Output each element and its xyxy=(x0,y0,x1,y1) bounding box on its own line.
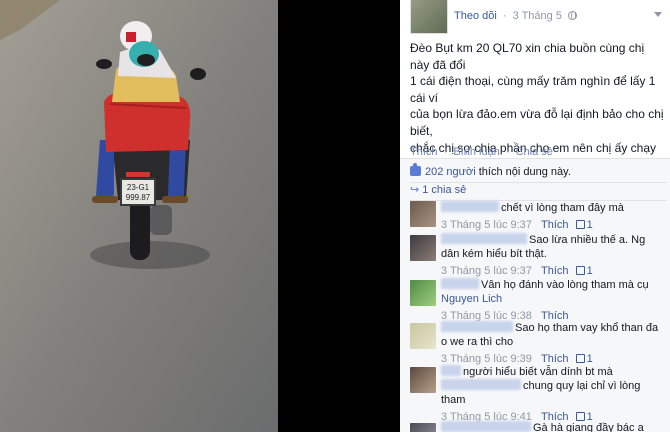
commenter-avatar[interactable] xyxy=(410,235,436,261)
commenter-name[interactable] xyxy=(441,365,461,376)
commenter-avatar[interactable] xyxy=(410,280,436,306)
commenter-name[interactable] xyxy=(441,233,527,244)
comment-text: Sao lừa nhiều thế a. Ng xyxy=(529,234,646,246)
comment-mention[interactable]: Nguyen Lich xyxy=(441,292,661,306)
share-action[interactable]: Chia sẻ xyxy=(516,146,553,158)
share-icon: ↪ xyxy=(410,184,420,196)
thumbs-up-icon xyxy=(575,220,585,229)
plate-line-1: 23-G1 xyxy=(127,183,150,192)
comment-text: Sao họ tham vay khổ than đa xyxy=(515,322,659,334)
post-actions: Thích · Bình luận · Chia sẻ xyxy=(410,146,553,158)
comment-text-line: tham xyxy=(441,394,466,406)
comment-body: chết vì lòng tham đây mà 3 Tháng 5 lúc 9… xyxy=(441,201,661,232)
post-meta: Theo dõi · 3 Tháng 5 xyxy=(454,10,578,22)
commenter-name[interactable] xyxy=(441,421,531,432)
comment-text: chết vì lòng tham đây mà xyxy=(501,202,624,214)
meta-separator: · xyxy=(502,10,507,22)
commenter-name[interactable] xyxy=(441,278,479,289)
comment-text-line: chung quy lại chỉ vì lòng xyxy=(523,380,641,392)
commenter-avatar[interactable] xyxy=(410,323,436,349)
comment-text-line: dân kém hiểu bít thật. xyxy=(441,248,547,260)
commenter-avatar[interactable] xyxy=(410,423,436,432)
post-header: Theo dõi · 3 Tháng 5 xyxy=(400,0,670,40)
commenter-name[interactable] xyxy=(441,321,513,332)
comment-time[interactable]: 3 Tháng 5 lúc 9:39 xyxy=(441,353,532,365)
comment-like-count[interactable]: 1 xyxy=(587,265,593,277)
commenter-avatar[interactable] xyxy=(410,367,436,393)
thumbs-up-icon xyxy=(575,266,585,275)
comment-meta: 3 Tháng 5 lúc 9:37 Thích 1 xyxy=(441,218,661,232)
comment-meta: 3 Tháng 5 lúc 9:37 Thích 1 xyxy=(441,264,661,278)
comment-time[interactable]: 3 Tháng 5 lúc 9:37 xyxy=(441,219,532,231)
comment-text-line: o we ra thì cho xyxy=(441,336,514,348)
likes-suffix: thích nội dung này. xyxy=(478,166,571,178)
comment-time[interactable]: 3 Tháng 5 lúc 9:37 xyxy=(441,265,532,277)
page-avatar[interactable] xyxy=(410,0,448,34)
comment-like-link[interactable]: Thích xyxy=(541,353,569,365)
post-detail-panel: Theo dõi · 3 Tháng 5 Đèo Bụt km 20 QL70 … xyxy=(400,0,670,432)
shares-summary: ↪ 1 chia sẻ xyxy=(410,179,666,201)
like-action[interactable]: Thích xyxy=(410,146,438,158)
motorbike-photo-graphic: 23-G1 999.87 xyxy=(0,0,278,432)
comment-like-count[interactable]: 1 xyxy=(587,219,593,231)
chevron-down-icon[interactable] xyxy=(654,12,662,17)
comment-meta: 3 Tháng 5 lúc 9:39 Thích 1 xyxy=(441,352,661,366)
comment-text: Vân họ đánh vào lòng tham mà cụ xyxy=(481,279,649,291)
like-icon xyxy=(410,163,421,176)
action-dot: · xyxy=(505,146,510,158)
comment-like-link[interactable]: Thích xyxy=(541,219,569,231)
comment-body: Gà hà giang đầy bác a xyxy=(441,421,661,432)
comment-body: Sao họ tham vay khổ than đa o we ra thì … xyxy=(441,321,661,366)
likes-count[interactable]: 202 người xyxy=(425,166,476,178)
follow-link[interactable]: Theo dõi xyxy=(454,10,497,22)
globe-icon xyxy=(568,11,578,20)
comment-action[interactable]: Bình luận xyxy=(453,146,499,158)
comment-like-link[interactable]: Thích xyxy=(541,265,569,277)
commenter-name[interactable] xyxy=(441,201,499,212)
thumbs-up-icon xyxy=(575,354,585,363)
action-dot: · xyxy=(443,146,448,158)
plate-line-2: 999.87 xyxy=(126,193,151,202)
lightbox-background xyxy=(278,0,400,432)
thumbs-up-icon xyxy=(575,412,585,421)
comment-text: Gà hà giang đầy bác a xyxy=(533,422,644,432)
feedback-section: 202 người thích nội dung này. ↪ 1 chia sẻ… xyxy=(400,158,670,432)
comment-body: người hiểu biết vẫn dính bt mà chung quy… xyxy=(441,365,661,424)
post-photo[interactable]: 23-G1 999.87 xyxy=(0,0,278,432)
comment-body: Sao lừa nhiều thế a. Ng dân kém hiểu bít… xyxy=(441,233,661,278)
post-date[interactable]: 3 Tháng 5 xyxy=(513,10,562,22)
commenter-avatar[interactable] xyxy=(410,201,436,227)
comment-text: người hiểu biết vẫn dính bt mà xyxy=(463,366,613,378)
shares-count[interactable]: 1 chia sẻ xyxy=(422,184,466,196)
commenter-name-blur xyxy=(441,379,521,390)
comment-body: Vân họ đánh vào lòng tham mà cụ Nguyen L… xyxy=(441,278,661,323)
comment-like-count[interactable]: 1 xyxy=(587,353,593,365)
